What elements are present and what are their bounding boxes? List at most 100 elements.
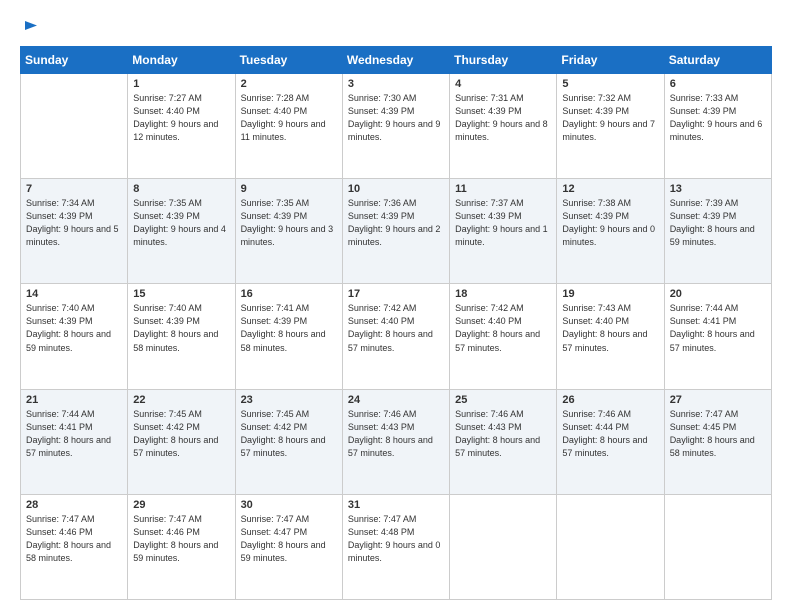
day-info: Sunrise: 7:46 AM Sunset: 4:44 PM Dayligh… <box>562 408 658 460</box>
calendar-cell: 17 Sunrise: 7:42 AM Sunset: 4:40 PM Dayli… <box>342 284 449 389</box>
day-info: Sunrise: 7:28 AM Sunset: 4:40 PM Dayligh… <box>241 92 337 144</box>
calendar-cell: 8 Sunrise: 7:35 AM Sunset: 4:39 PM Daylig… <box>128 179 235 284</box>
day-number: 26 <box>562 394 658 406</box>
calendar-cell: 29 Sunrise: 7:47 AM Sunset: 4:46 PM Dayli… <box>128 494 235 599</box>
day-number: 1 <box>133 78 229 90</box>
day-info: Sunrise: 7:32 AM Sunset: 4:39 PM Dayligh… <box>562 92 658 144</box>
calendar-cell: 1 Sunrise: 7:27 AM Sunset: 4:40 PM Daylig… <box>128 74 235 179</box>
day-info: Sunrise: 7:42 AM Sunset: 4:40 PM Dayligh… <box>348 302 444 354</box>
day-info: Sunrise: 7:47 AM Sunset: 4:46 PM Dayligh… <box>26 513 122 565</box>
day-number: 3 <box>348 78 444 90</box>
day-number: 4 <box>455 78 551 90</box>
day-number: 6 <box>670 78 766 90</box>
day-number: 17 <box>348 288 444 300</box>
day-number: 31 <box>348 499 444 511</box>
day-number: 22 <box>133 394 229 406</box>
day-number: 8 <box>133 183 229 195</box>
day-info: Sunrise: 7:30 AM Sunset: 4:39 PM Dayligh… <box>348 92 444 144</box>
day-info: Sunrise: 7:42 AM Sunset: 4:40 PM Dayligh… <box>455 302 551 354</box>
calendar-week-row: 1 Sunrise: 7:27 AM Sunset: 4:40 PM Daylig… <box>21 74 772 179</box>
calendar-cell: 31 Sunrise: 7:47 AM Sunset: 4:48 PM Dayli… <box>342 494 449 599</box>
calendar-header-row: Sunday Monday Tuesday Wednesday Thursday… <box>21 47 772 74</box>
day-info: Sunrise: 7:47 AM Sunset: 4:46 PM Dayligh… <box>133 513 229 565</box>
day-number: 2 <box>241 78 337 90</box>
day-number: 28 <box>26 499 122 511</box>
day-info: Sunrise: 7:45 AM Sunset: 4:42 PM Dayligh… <box>133 408 229 460</box>
day-info: Sunrise: 7:46 AM Sunset: 4:43 PM Dayligh… <box>348 408 444 460</box>
day-number: 19 <box>562 288 658 300</box>
calendar-week-row: 14 Sunrise: 7:40 AM Sunset: 4:39 PM Dayli… <box>21 284 772 389</box>
calendar-cell <box>664 494 771 599</box>
day-info: Sunrise: 7:40 AM Sunset: 4:39 PM Dayligh… <box>133 302 229 354</box>
calendar-cell <box>450 494 557 599</box>
logo-flag-icon <box>22 18 40 36</box>
calendar-cell: 12Sunrise: 7:38 AM Sunset: 4:39 PM Dayli… <box>557 179 664 284</box>
calendar-week-row: 21Sunrise: 7:44 AM Sunset: 4:41 PM Dayli… <box>21 389 772 494</box>
col-friday: Friday <box>557 47 664 74</box>
day-number: 14 <box>26 288 122 300</box>
calendar-cell: 18 Sunrise: 7:42 AM Sunset: 4:40 PM Dayli… <box>450 284 557 389</box>
col-wednesday: Wednesday <box>342 47 449 74</box>
day-info: Sunrise: 7:43 AM Sunset: 4:40 PM Dayligh… <box>562 302 658 354</box>
day-number: 10 <box>348 183 444 195</box>
logo <box>20 18 40 36</box>
calendar-table: Sunday Monday Tuesday Wednesday Thursday… <box>20 46 772 600</box>
day-info: Sunrise: 7:46 AM Sunset: 4:43 PM Dayligh… <box>455 408 551 460</box>
day-number: 18 <box>455 288 551 300</box>
day-info: Sunrise: 7:47 AM Sunset: 4:48 PM Dayligh… <box>348 513 444 565</box>
calendar-cell: 25 Sunrise: 7:46 AM Sunset: 4:43 PM Dayli… <box>450 389 557 494</box>
col-tuesday: Tuesday <box>235 47 342 74</box>
calendar-cell: 3 Sunrise: 7:30 AM Sunset: 4:39 PM Daylig… <box>342 74 449 179</box>
day-number: 5 <box>562 78 658 90</box>
day-info: Sunrise: 7:38 AM Sunset: 4:39 PM Dayligh… <box>562 197 658 249</box>
calendar-cell: 9 Sunrise: 7:35 AM Sunset: 4:39 PM Daylig… <box>235 179 342 284</box>
day-number: 7 <box>26 183 122 195</box>
calendar-cell: 6 Sunrise: 7:33 AM Sunset: 4:39 PM Daylig… <box>664 74 771 179</box>
day-info: Sunrise: 7:41 AM Sunset: 4:39 PM Dayligh… <box>241 302 337 354</box>
calendar-cell: 7 Sunrise: 7:34 AM Sunset: 4:39 PM Daylig… <box>21 179 128 284</box>
calendar-cell: 13Sunrise: 7:39 AM Sunset: 4:39 PM Dayli… <box>664 179 771 284</box>
day-number: 13 <box>670 183 766 195</box>
day-number: 27 <box>670 394 766 406</box>
calendar-cell: 28 Sunrise: 7:47 AM Sunset: 4:46 PM Dayli… <box>21 494 128 599</box>
col-thursday: Thursday <box>450 47 557 74</box>
calendar-cell <box>557 494 664 599</box>
day-info: Sunrise: 7:27 AM Sunset: 4:40 PM Dayligh… <box>133 92 229 144</box>
day-info: Sunrise: 7:35 AM Sunset: 4:39 PM Dayligh… <box>241 197 337 249</box>
page: Sunday Monday Tuesday Wednesday Thursday… <box>0 0 792 612</box>
calendar-cell <box>21 74 128 179</box>
calendar-cell: 24 Sunrise: 7:46 AM Sunset: 4:43 PM Dayli… <box>342 389 449 494</box>
calendar-cell: 4Sunrise: 7:31 AM Sunset: 4:39 PM Daylig… <box>450 74 557 179</box>
calendar-cell: 14 Sunrise: 7:40 AM Sunset: 4:39 PM Dayli… <box>21 284 128 389</box>
day-number: 11 <box>455 183 551 195</box>
day-info: Sunrise: 7:44 AM Sunset: 4:41 PM Dayligh… <box>670 302 766 354</box>
day-number: 24 <box>348 394 444 406</box>
day-number: 20 <box>670 288 766 300</box>
col-sunday: Sunday <box>21 47 128 74</box>
calendar-cell: 27Sunrise: 7:47 AM Sunset: 4:45 PM Dayli… <box>664 389 771 494</box>
calendar-cell: 26 Sunrise: 7:46 AM Sunset: 4:44 PM Dayli… <box>557 389 664 494</box>
day-number: 25 <box>455 394 551 406</box>
day-info: Sunrise: 7:34 AM Sunset: 4:39 PM Dayligh… <box>26 197 122 249</box>
day-info: Sunrise: 7:35 AM Sunset: 4:39 PM Dayligh… <box>133 197 229 249</box>
calendar-cell: 2 Sunrise: 7:28 AM Sunset: 4:40 PM Daylig… <box>235 74 342 179</box>
day-number: 9 <box>241 183 337 195</box>
calendar-cell: 10 Sunrise: 7:36 AM Sunset: 4:39 PM Dayli… <box>342 179 449 284</box>
calendar-week-row: 7 Sunrise: 7:34 AM Sunset: 4:39 PM Daylig… <box>21 179 772 284</box>
calendar-cell: 16Sunrise: 7:41 AM Sunset: 4:39 PM Dayli… <box>235 284 342 389</box>
day-number: 21 <box>26 394 122 406</box>
day-number: 15 <box>133 288 229 300</box>
day-info: Sunrise: 7:45 AM Sunset: 4:42 PM Dayligh… <box>241 408 337 460</box>
day-number: 30 <box>241 499 337 511</box>
day-info: Sunrise: 7:47 AM Sunset: 4:47 PM Dayligh… <box>241 513 337 565</box>
day-info: Sunrise: 7:36 AM Sunset: 4:39 PM Dayligh… <box>348 197 444 249</box>
header <box>20 18 772 36</box>
col-saturday: Saturday <box>664 47 771 74</box>
day-info: Sunrise: 7:33 AM Sunset: 4:39 PM Dayligh… <box>670 92 766 144</box>
day-number: 29 <box>133 499 229 511</box>
day-info: Sunrise: 7:40 AM Sunset: 4:39 PM Dayligh… <box>26 302 122 354</box>
day-info: Sunrise: 7:37 AM Sunset: 4:39 PM Dayligh… <box>455 197 551 249</box>
calendar-week-row: 28 Sunrise: 7:47 AM Sunset: 4:46 PM Dayli… <box>21 494 772 599</box>
calendar-cell: 30 Sunrise: 7:47 AM Sunset: 4:47 PM Dayli… <box>235 494 342 599</box>
calendar-cell: 19 Sunrise: 7:43 AM Sunset: 4:40 PM Dayli… <box>557 284 664 389</box>
